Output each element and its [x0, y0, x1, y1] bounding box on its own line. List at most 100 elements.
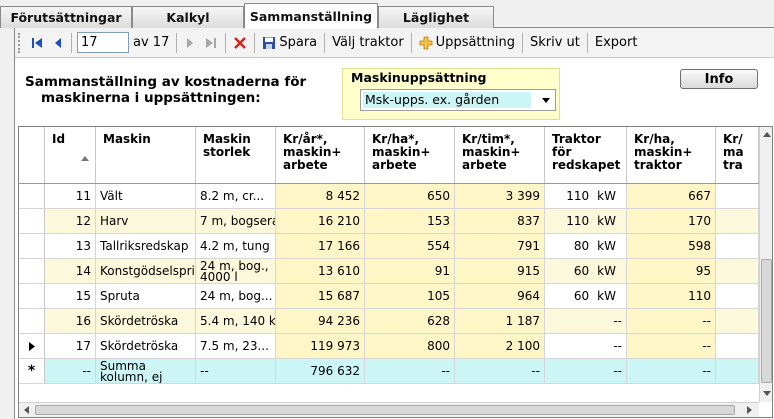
column-header-kr-ha[interactable]: Kr/ha*, maskin+ arbete: [365, 127, 455, 183]
column-header-kr-ha-traktor[interactable]: Kr/ha, maskin+ traktor: [627, 127, 716, 183]
cell-storlek[interactable]: 4.2 m, tung: [196, 234, 276, 258]
cell-maskin[interactable]: Skördetröska: [96, 309, 196, 333]
cell-kr-tim[interactable]: 3 399: [455, 184, 545, 208]
cell-extra[interactable]: [716, 284, 759, 308]
next-record-button[interactable]: [180, 31, 200, 55]
row-selector[interactable]: [19, 309, 45, 333]
row-selector[interactable]: *: [19, 359, 45, 383]
cell-storlek[interactable]: 7 m, bogserad: [196, 209, 276, 233]
horizontal-scrollbar[interactable]: [19, 402, 759, 417]
row-selector[interactable]: [19, 284, 45, 308]
cell-extra[interactable]: [716, 184, 759, 208]
scroll-right-icon[interactable]: [747, 406, 753, 414]
column-header-kr-ar[interactable]: Kr/år*, maskin+ arbete: [276, 127, 365, 183]
cell-extra[interactable]: [716, 259, 759, 283]
cell-traktor[interactable]: 80 kW: [545, 234, 627, 258]
cell-id[interactable]: 16: [45, 309, 96, 333]
cell-kr-ha[interactable]: 153: [365, 209, 455, 233]
cell-id[interactable]: 12: [45, 209, 96, 233]
delete-button[interactable]: [229, 31, 251, 55]
first-record-button[interactable]: [26, 31, 48, 55]
cell-storlek[interactable]: 5.4 m, 140 kW: [196, 309, 276, 333]
cell-extra[interactable]: [716, 359, 759, 383]
cell-kr-ar[interactable]: 119 973: [276, 334, 365, 358]
cell-kr-ha[interactable]: 628: [365, 309, 455, 333]
horizontal-scroll-thumb[interactable]: [35, 405, 735, 415]
column-header-extra[interactable]: Kr/ ma tra: [716, 127, 759, 183]
cell-traktor[interactable]: 110 kW: [545, 184, 627, 208]
cell-kr-tim[interactable]: 915: [455, 259, 545, 283]
row-selector[interactable]: [19, 334, 45, 358]
cell-kr-tim[interactable]: --: [455, 359, 545, 383]
column-header-kr-tim[interactable]: Kr/tim*, maskin+ arbete: [455, 127, 545, 183]
cell-maskin[interactable]: Konstgödselsprid: [96, 259, 196, 283]
tab-laglighet[interactable]: Läglighet: [378, 6, 494, 28]
scroll-left-icon[interactable]: [23, 406, 29, 414]
cell-maskin[interactable]: Tallriksredskap: [96, 234, 196, 258]
cell-kr-ha-trak[interactable]: 598: [627, 234, 716, 258]
tab-kalkyl[interactable]: Kalkyl: [132, 6, 244, 28]
cell-extra[interactable]: [716, 334, 759, 358]
cell-kr-ar[interactable]: 15 687: [276, 284, 365, 308]
cell-kr-ar[interactable]: 16 210: [276, 209, 365, 233]
cell-kr-ha-trak[interactable]: 170: [627, 209, 716, 233]
cell-storlek[interactable]: 24 m, bog., 4000 l: [196, 259, 276, 283]
table-row[interactable]: 14 Konstgödselsprid 24 m, bog., 4000 l 13 6…: [19, 259, 759, 284]
column-header-traktor[interactable]: Traktor för redskapet: [545, 127, 627, 183]
info-button[interactable]: Info: [680, 69, 758, 89]
cell-id[interactable]: 17: [45, 334, 96, 358]
cell-kr-ha-trak[interactable]: 667: [627, 184, 716, 208]
cell-id[interactable]: 13: [45, 234, 96, 258]
cell-kr-ar[interactable]: 17 166: [276, 234, 365, 258]
sum-row[interactable]: * -- Summa kolumn, ej -- 796 632 -- -- -- --: [19, 359, 759, 384]
row-selector[interactable]: [19, 209, 45, 233]
column-header-maskin[interactable]: Maskin: [96, 127, 196, 183]
cell-kr-ar[interactable]: 94 236: [276, 309, 365, 333]
table-row[interactable]: 17 Skördetröska 7.5 m, 23... 119 973 800 2 10…: [19, 334, 759, 359]
cell-traktor[interactable]: 110 kW: [545, 209, 627, 233]
vertical-scrollbar[interactable]: [759, 127, 772, 402]
cell-kr-ha[interactable]: --: [365, 359, 455, 383]
tab-sammanstallning[interactable]: Sammanställning: [244, 3, 378, 29]
choose-tractor-button[interactable]: Välj traktor: [328, 31, 408, 55]
tab-forutsattningar[interactable]: Förutsättningar: [0, 6, 132, 28]
cell-kr-ha-trak[interactable]: 95: [627, 259, 716, 283]
table-row[interactable]: 15 Spruta 24 m, bog... 15 687 105 964 60 kW 110: [19, 284, 759, 309]
cell-extra[interactable]: [716, 209, 759, 233]
row-selector[interactable]: [19, 259, 45, 283]
export-button[interactable]: Export: [591, 31, 642, 55]
cell-maskin[interactable]: Spruta: [96, 284, 196, 308]
cell-kr-ar[interactable]: 13 610: [276, 259, 365, 283]
cell-kr-ha-trak[interactable]: --: [627, 359, 716, 383]
cell-storlek[interactable]: 7.5 m, 23...: [196, 334, 276, 358]
cell-kr-ha[interactable]: 650: [365, 184, 455, 208]
row-selector[interactable]: [19, 234, 45, 258]
table-row[interactable]: 16Skördetröska5.4 m, 140 kW94 2366281 18…: [19, 309, 759, 334]
cell-storlek[interactable]: 24 m, bog...: [196, 284, 276, 308]
cell-extra[interactable]: [716, 234, 759, 258]
cell-traktor[interactable]: --: [545, 359, 627, 383]
setup-button[interactable]: Uppsättning: [415, 31, 519, 55]
scroll-down-icon[interactable]: [763, 391, 771, 397]
table-row[interactable]: 12Harv7 m, bogserad16 210153837 110 kW 170: [19, 209, 759, 234]
cell-maskin[interactable]: Skördetröska: [96, 334, 196, 358]
cell-kr-ar[interactable]: 8 452: [276, 184, 365, 208]
save-button[interactable]: Spara: [258, 31, 321, 55]
cell-kr-tim[interactable]: 2 100: [455, 334, 545, 358]
column-header-id[interactable]: Id: [45, 127, 96, 183]
table-row[interactable]: 13 Tallriksredskap 4.2 m, tung 17 166 554 791…: [19, 234, 759, 259]
machine-setup-dropdown[interactable]: Msk-upps. ex. gården: [360, 89, 556, 111]
cell-maskin[interactable]: Harv: [96, 209, 196, 233]
cell-kr-tim[interactable]: 791: [455, 234, 545, 258]
last-record-button[interactable]: [200, 31, 222, 55]
cell-kr-tim[interactable]: 837: [455, 209, 545, 233]
cell-traktor[interactable]: --: [545, 309, 627, 333]
cell-kr-ha[interactable]: 800: [365, 334, 455, 358]
dropdown-arrow-icon[interactable]: [542, 98, 550, 103]
cell-kr-ar[interactable]: 796 632: [276, 359, 365, 383]
vertical-scroll-thumb[interactable]: [761, 259, 772, 383]
column-header-storlek[interactable]: Maskin storlek: [196, 127, 276, 183]
print-button[interactable]: Skriv ut: [526, 31, 584, 55]
cell-id[interactable]: 15: [45, 284, 96, 308]
table-row[interactable]: 11 Vält 8.2 m, cr... 8 452 650 3 399 110 kW 667: [19, 184, 759, 209]
